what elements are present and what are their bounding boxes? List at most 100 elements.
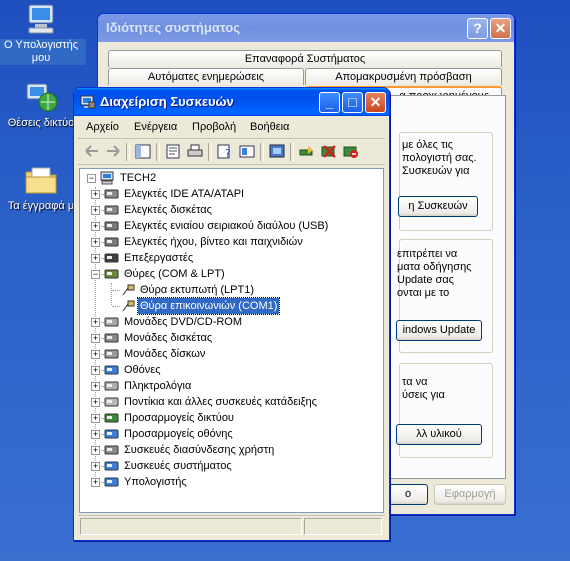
keyboard-icon (104, 379, 120, 393)
monitor-icon (104, 363, 120, 377)
port-icon (104, 267, 120, 281)
forward-arrow-icon[interactable] (104, 143, 122, 160)
expand-toggle[interactable]: + (91, 334, 100, 343)
node-label: Ελεγκτές ήχου, βίντεο και παιχνιδιών (124, 236, 303, 248)
toolbar-separator (290, 143, 294, 161)
toolbar-separator (208, 143, 212, 161)
computer-icon (104, 475, 120, 489)
node-label: Συσκευές συστήματος (124, 460, 232, 472)
expand-toggle[interactable]: + (91, 222, 100, 231)
hid-icon (104, 443, 120, 457)
root-label: TECH2 (120, 172, 157, 184)
title-bar[interactable]: Ιδιότητες συστήματος ? ✕ (98, 14, 514, 42)
window-title: Ιδιότητες συστήματος (106, 20, 240, 35)
collapse-toggle[interactable]: − (91, 270, 100, 279)
expand-toggle[interactable]: + (91, 206, 100, 215)
port-icon (120, 283, 136, 297)
toolbar-separator (260, 143, 264, 161)
menu-help[interactable]: Βοήθεια (250, 121, 289, 133)
usb-icon (104, 219, 120, 233)
ide-controller-icon (104, 187, 120, 201)
node-label: Οθόνες (124, 364, 161, 376)
node-label: Πληκτρολόγια (124, 380, 192, 392)
expand-toggle[interactable]: + (91, 350, 100, 359)
expand-toggle[interactable]: + (91, 254, 100, 263)
expand-toggle[interactable]: + (91, 414, 100, 423)
mouse-icon (104, 395, 120, 409)
node-label: Ελεγκτές IDE ATA/ATAPI (124, 188, 245, 200)
apply-button[interactable]: Εφαρμογή (434, 484, 506, 505)
driver-signing-group: επιτρέπει να ματα οδήγησης Update σας ον… (396, 239, 493, 353)
node-label: Επεξεργαστές (124, 252, 194, 264)
tree-line (112, 290, 120, 291)
computer-icon (99, 171, 115, 185)
status-cell (304, 518, 382, 535)
close-button[interactable]: ✕ (365, 92, 386, 113)
tab-system-restore[interactable]: Επαναφορά Συστήματος (108, 50, 502, 67)
node-label: Συσκευές διασύνδεσης χρήστη (124, 444, 275, 456)
disk-drive-icon (104, 347, 120, 361)
disable-device-icon[interactable] (342, 143, 360, 160)
display-adapter-icon (104, 427, 120, 441)
floppy-drive-icon (104, 331, 120, 345)
network-adapter-icon (104, 411, 120, 425)
update-driver-icon[interactable] (298, 143, 316, 160)
expand-toggle[interactable]: + (91, 398, 100, 407)
node-label: Υπολογιστής (124, 476, 187, 488)
desktop-icon-label: Ο Υπολογιστής μου (0, 39, 86, 65)
title-bar[interactable]: Διαχείριση Συσκευών _ □ ✕ (74, 88, 389, 116)
windows-update-button[interactable]: indows Update (396, 320, 482, 341)
menu-action[interactable]: Ενέργεια (134, 121, 177, 133)
device-manager-button[interactable]: η Συσκευών (398, 196, 478, 217)
scan-hardware-icon[interactable] (268, 143, 286, 160)
node-label: Ελεγκτές δισκέτας (124, 204, 212, 216)
node-label: Θύρες (COM & LPT) (124, 268, 225, 280)
node-label: Ποντίκια και άλλες συσκευές κατάδειξης (124, 396, 317, 408)
help-icon[interactable]: ? (216, 143, 234, 160)
view-icon[interactable] (238, 143, 256, 160)
ok-button[interactable]: ο (388, 484, 428, 505)
cdrom-icon (104, 315, 120, 329)
node-label: Μονάδες δισκέτας (124, 332, 213, 344)
toolbar: ? (78, 140, 385, 165)
back-arrow-icon[interactable] (83, 143, 101, 160)
tab-remote[interactable]: Απομακρυσμένη πρόσβαση (305, 68, 502, 85)
status-cell (80, 518, 302, 535)
expand-toggle[interactable]: + (91, 382, 100, 391)
device-tree: − TECH2 + Ελεγκτές IDE ATA/ATAPI + Ελεγκτές… (79, 168, 384, 513)
system-device-icon (104, 459, 120, 473)
window-title: Διαχείριση Συσκευών (100, 94, 234, 109)
network-places-icon (23, 80, 59, 114)
node-label: Θύρα επικοινωνιών (COM1) (136, 297, 281, 315)
minimize-button[interactable]: _ (319, 92, 340, 113)
expand-toggle[interactable]: + (91, 238, 100, 247)
menu-file[interactable]: Αρχείο (86, 121, 119, 133)
expand-toggle[interactable]: + (91, 446, 100, 455)
help-button[interactable]: ? (467, 18, 488, 39)
node-label: Προσαρμογείς οθόνης (124, 428, 233, 440)
floppy-controller-icon (104, 203, 120, 217)
expand-toggle[interactable]: + (91, 190, 100, 199)
desktop-icon-my-computer[interactable]: Ο Υπολογιστής μου (0, 2, 86, 65)
maximize-button[interactable]: □ (342, 92, 363, 113)
hardware-profiles-button[interactable]: λλ υλικού (396, 424, 482, 445)
collapse-toggle[interactable]: − (87, 174, 96, 183)
tab-automatic-updates[interactable]: Αυτόματες ενημερώσεις (108, 68, 304, 85)
print-icon[interactable] (186, 143, 204, 160)
node-label: Μονάδες δίσκων (124, 348, 206, 360)
device-manager-icon (80, 94, 96, 110)
expand-toggle[interactable]: + (91, 366, 100, 375)
menu-view[interactable]: Προβολή (192, 121, 236, 133)
expand-toggle[interactable]: + (91, 478, 100, 487)
uninstall-icon[interactable] (320, 143, 338, 160)
properties-icon[interactable] (164, 143, 182, 160)
toolbar-separator (126, 143, 130, 161)
group-text: τα να ύσεις για (402, 376, 445, 401)
expand-toggle[interactable]: + (91, 430, 100, 439)
node-label: Ελεγκτές ενιαίου σειριακού διαύλου (USB) (124, 220, 329, 232)
show-hide-tree-icon[interactable] (134, 143, 152, 160)
status-bar (78, 515, 385, 536)
expand-toggle[interactable]: + (91, 318, 100, 327)
close-button[interactable]: ✕ (490, 18, 511, 39)
expand-toggle[interactable]: + (91, 462, 100, 471)
